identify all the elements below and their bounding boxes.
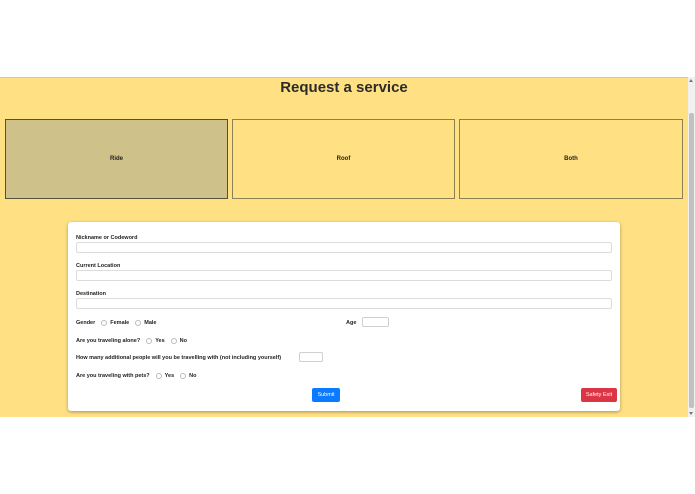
- submit-button[interactable]: Submit: [312, 388, 340, 402]
- gender-label: Gender: [76, 320, 96, 326]
- alone-yes-label: Yes: [155, 338, 165, 344]
- pets-row: Are you traveling with pets? Yes No: [76, 373, 196, 379]
- pets-yes-label: Yes: [164, 373, 175, 379]
- scroll-up-arrow-icon[interactable]: [689, 79, 693, 82]
- alone-no-label: No: [179, 338, 188, 344]
- service-option-roof-label: Roof: [336, 156, 351, 162]
- gender-female-label: Female: [110, 320, 130, 326]
- destination-input[interactable]: [76, 298, 612, 309]
- pets-yes-radio[interactable]: [155, 373, 162, 379]
- gender-male-label: Male: [144, 320, 157, 326]
- safety-exit-button[interactable]: Safety Exit: [581, 388, 617, 402]
- destination-label: Destination: [76, 291, 106, 297]
- alone-label: Are you traveling alone?: [76, 338, 141, 344]
- nickname-input[interactable]: [76, 242, 612, 253]
- nickname-label: Nickname or Codeword: [76, 235, 138, 241]
- pets-label: Are you traveling with pets?: [76, 373, 150, 379]
- additional-people-label: How many additional people will you be t…: [76, 355, 282, 361]
- location-input[interactable]: [76, 270, 612, 281]
- additional-people-row: How many additional people will you be t…: [76, 355, 281, 361]
- service-page: Request a service Ride Roof Both Nicknam…: [0, 77, 688, 417]
- top-divider: [0, 77, 688, 78]
- request-form: Nickname or Codeword Current Location De…: [68, 222, 620, 411]
- gender-row: Gender Female Male: [76, 320, 156, 326]
- scroll-down-arrow-icon[interactable]: [689, 412, 693, 415]
- alone-row: Are you traveling alone? Yes No: [76, 338, 187, 344]
- scrollbar-thumb[interactable]: [689, 113, 694, 408]
- gender-female-radio[interactable]: [101, 320, 108, 326]
- service-option-both[interactable]: Both: [459, 119, 683, 199]
- service-option-ride-label: Ride: [109, 156, 123, 162]
- service-option-roof[interactable]: Roof: [232, 119, 455, 199]
- service-option-ride[interactable]: Ride: [5, 119, 228, 199]
- page-scrollbar[interactable]: [688, 77, 695, 417]
- alone-no-radio[interactable]: [170, 338, 177, 344]
- pets-no-radio[interactable]: [180, 373, 187, 379]
- service-option-both-label: Both: [564, 156, 578, 162]
- gender-male-radio[interactable]: [135, 320, 142, 326]
- age-label: Age: [346, 320, 357, 326]
- age-input[interactable]: [362, 317, 389, 327]
- location-label: Current Location: [76, 263, 121, 269]
- page-title: Request a service: [280, 79, 408, 96]
- additional-people-input[interactable]: [299, 352, 323, 362]
- alone-yes-radio[interactable]: [146, 338, 153, 344]
- pets-no-label: No: [189, 373, 197, 379]
